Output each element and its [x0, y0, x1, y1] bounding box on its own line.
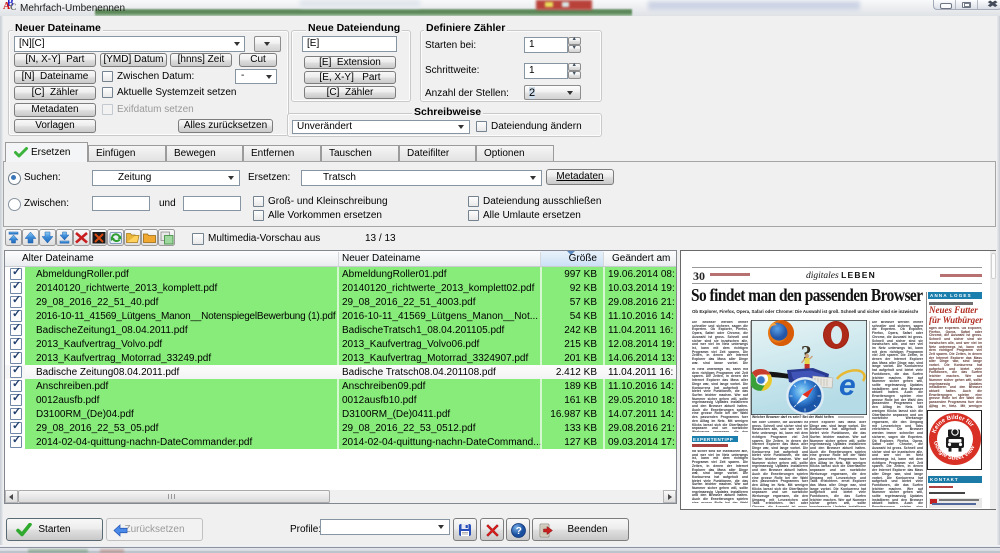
svg-text:?: ?	[515, 526, 521, 537]
